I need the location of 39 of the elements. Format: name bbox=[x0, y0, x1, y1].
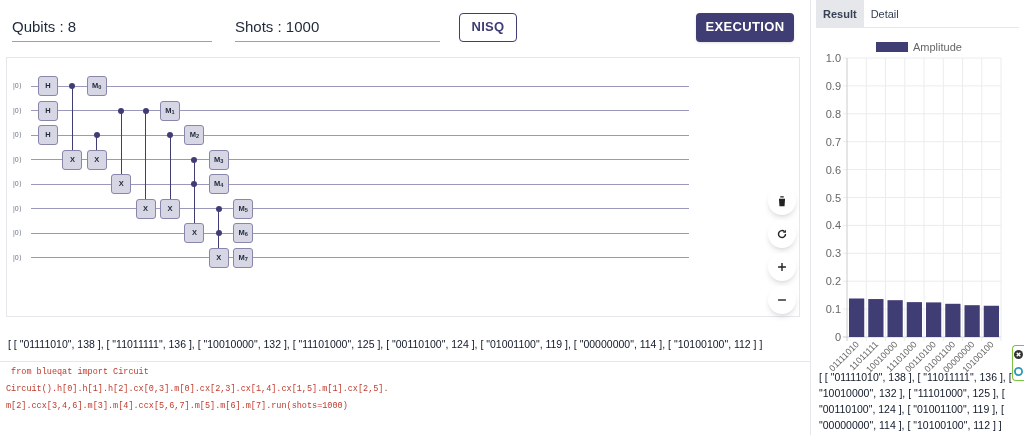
shots-field[interactable]: Shots : 1000 bbox=[235, 12, 440, 42]
delete-button[interactable] bbox=[768, 187, 796, 215]
code-text: from blueqat import Circuit Circuit().h[0].h[1].h[2].cx[0,3].m[0].cx[2,3].cx[1,4].cx[1,5].m[1].cx[2,5]. m[2].ccx[3,4,6].m[3].m[4].ccx[5,6,7].m[5].m[6].m[7].run(shots=1000) bbox=[6, 366, 390, 413]
axis-tick-label: 0.9 bbox=[825, 79, 841, 92]
tab[interactable]: Result bbox=[816, 0, 864, 28]
legend-label: Amplitude bbox=[913, 41, 962, 53]
axis-tick-label: 0.1 bbox=[825, 303, 841, 316]
result-text: [ [ "01111010", 138 ], [ "11011111", 136 ], [ "10010000", 132 ], [ "11101000", 125 ], [ "00110100", 124 ], [ "01001100", 119 ], [ "00000000", 114 ], [ "10100100", 112 ] ] bbox=[8, 337, 763, 351]
axis-tick-label: 1.0 bbox=[825, 52, 841, 64]
axis-tick-label: 0.7 bbox=[825, 135, 841, 148]
plus-icon bbox=[775, 260, 789, 274]
axis-tick-label: 0.4 bbox=[825, 219, 841, 232]
execution-button[interactable]: EXECUTION bbox=[696, 12, 794, 42]
extension-widget[interactable] bbox=[1012, 345, 1024, 381]
tab[interactable]: Detail bbox=[863, 0, 906, 28]
axis-tick-label: 0.5 bbox=[825, 191, 841, 204]
reset-button[interactable] bbox=[768, 220, 796, 248]
bar bbox=[983, 305, 999, 337]
legend-swatch bbox=[876, 42, 908, 52]
axis-tick-label: 0.3 bbox=[825, 247, 841, 260]
bar bbox=[868, 299, 884, 337]
bar bbox=[849, 298, 865, 337]
axis-tick-label: 0 bbox=[834, 331, 841, 343]
axis-tick-label: 0.2 bbox=[825, 275, 841, 288]
bar bbox=[926, 302, 942, 337]
connector-line bbox=[71, 86, 73, 150]
bar bbox=[945, 303, 961, 337]
axis-tick-label: 0.6 bbox=[825, 163, 841, 176]
axis-tick-label: 0.8 bbox=[825, 107, 841, 120]
bar bbox=[906, 302, 922, 337]
connector-line bbox=[169, 135, 171, 199]
circle-icon[interactable] bbox=[1014, 367, 1023, 376]
bar bbox=[964, 305, 980, 337]
close-icon[interactable] bbox=[1014, 350, 1023, 359]
nisq-button[interactable]: NISQ bbox=[459, 12, 517, 42]
refresh-icon bbox=[775, 227, 789, 241]
qubits-field[interactable]: Qubits : 8 bbox=[12, 12, 212, 42]
zoom-in-button[interactable] bbox=[768, 253, 796, 281]
bar bbox=[887, 300, 903, 337]
